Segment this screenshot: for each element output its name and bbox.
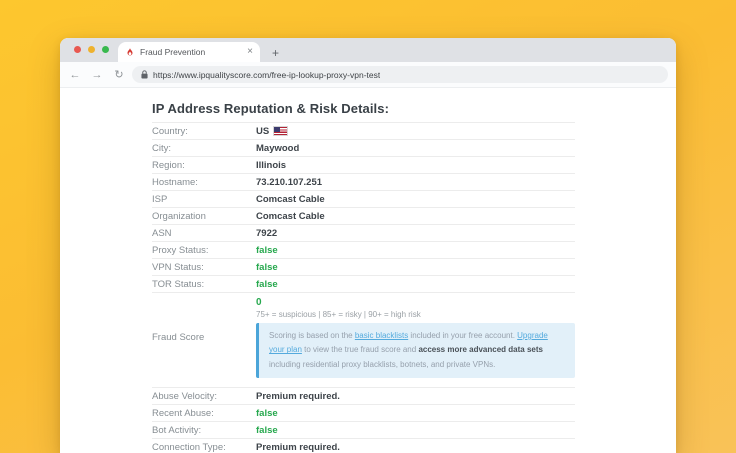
row-value: false	[256, 425, 278, 436]
back-button[interactable]: ←	[66, 69, 84, 81]
page-content: IP Address Reputation & Risk Details: Co…	[60, 88, 676, 453]
row-value: Illinois	[256, 160, 286, 171]
minimize-window-button[interactable]	[88, 46, 95, 53]
note-text: Scoring is based on the	[269, 331, 355, 340]
row-label: Abuse Velocity:	[152, 391, 256, 402]
table-row: Abuse Velocity:Premium required.	[152, 387, 575, 404]
row-label: Organization	[152, 211, 256, 222]
table-row: Bot Activity:false	[152, 421, 575, 438]
row-label: Region:	[152, 160, 256, 171]
rows-bottom: Abuse Velocity:Premium required.Recent A…	[152, 387, 575, 453]
row-value: US	[256, 126, 269, 137]
lock-icon	[141, 70, 148, 79]
row-label: Bot Activity:	[152, 425, 256, 436]
table-row: Proxy Status:false	[152, 241, 575, 258]
fraud-score-scale-note: 75+ = suspicious | 85+ = risky | 90+ = h…	[256, 310, 575, 319]
table-row: VPN Status:false	[152, 258, 575, 275]
forward-button[interactable]: →	[88, 69, 106, 81]
note-bold-text: access more advanced data sets	[418, 345, 543, 354]
row-label: Hostname:	[152, 177, 256, 188]
table-row: Recent Abuse:false	[152, 404, 575, 421]
url-bar[interactable]: https://www.ipqualityscore.com/free-ip-l…	[132, 66, 668, 83]
table-row: ISPComcast Cable	[152, 190, 575, 207]
table-row: Connection Type:Premium required.	[152, 438, 575, 453]
row-label: Recent Abuse:	[152, 408, 256, 419]
row-value: Maywood	[256, 143, 299, 154]
fraud-score-note: Scoring is based on the basic blacklists…	[256, 323, 575, 378]
table-row: ASN7922	[152, 224, 575, 241]
ip-details-table: Country:USCity:MaywoodRegion:IllinoisHos…	[152, 122, 575, 453]
row-label: TOR Status:	[152, 279, 256, 290]
row-value: Premium required.	[256, 391, 340, 402]
close-window-button[interactable]	[74, 46, 81, 53]
row-label: Fraud Score	[152, 332, 256, 343]
fraud-score-value: 0	[256, 297, 575, 308]
row-value: false	[256, 245, 278, 256]
row-label: City:	[152, 143, 256, 154]
row-value: Comcast Cable	[256, 211, 325, 222]
table-row: City:Maywood	[152, 139, 575, 156]
tab-strip: Fraud Prevention × +	[60, 38, 676, 62]
tab-close-icon[interactable]: ×	[247, 47, 253, 57]
table-row: Region:Illinois	[152, 156, 575, 173]
basic-blacklists-link[interactable]: basic blacklists	[355, 331, 408, 340]
row-label: VPN Status:	[152, 262, 256, 273]
row-value: 73.210.107.251	[256, 177, 322, 188]
row-value: 7922	[256, 228, 277, 239]
row-label: ASN	[152, 228, 256, 239]
row-label: Country:	[152, 126, 256, 137]
browser-window: Fraud Prevention × + ← → ↻ https://www.i…	[60, 38, 676, 453]
row-label: ISP	[152, 194, 256, 205]
note-text: including residential proxy blacklists, …	[269, 360, 495, 369]
row-value: false	[256, 262, 278, 273]
new-tab-button[interactable]: +	[272, 47, 279, 59]
traffic-lights	[74, 46, 109, 53]
tab-fraud-prevention[interactable]: Fraud Prevention ×	[118, 42, 260, 62]
ipqs-flame-icon	[125, 47, 135, 57]
note-text: to view the true fraud score and	[302, 345, 419, 354]
row-value: Premium required.	[256, 442, 340, 453]
row-value: Comcast Cable	[256, 194, 325, 205]
url-text: https://www.ipqualityscore.com/free-ip-l…	[153, 70, 380, 80]
note-text: included in your free account.	[408, 331, 517, 340]
us-flag-icon	[274, 127, 287, 135]
rows-top: Country:USCity:MaywoodRegion:IllinoisHos…	[152, 122, 575, 292]
page-title: IP Address Reputation & Risk Details:	[152, 101, 676, 116]
browser-toolbar: ← → ↻ https://www.ipqualityscore.com/fre…	[60, 62, 676, 88]
row-value: false	[256, 279, 278, 290]
tab-title: Fraud Prevention	[140, 47, 242, 57]
table-row: OrganizationComcast Cable	[152, 207, 575, 224]
row-label: Connection Type:	[152, 442, 256, 453]
fraud-score-row: Fraud Score 0 75+ = suspicious | 85+ = r…	[152, 292, 575, 387]
zoom-window-button[interactable]	[102, 46, 109, 53]
reload-button[interactable]: ↻	[110, 68, 128, 81]
table-row: Country:US	[152, 122, 575, 139]
row-label: Proxy Status:	[152, 245, 256, 256]
table-row: TOR Status:false	[152, 275, 575, 292]
row-value: false	[256, 408, 278, 419]
table-row: Hostname:73.210.107.251	[152, 173, 575, 190]
